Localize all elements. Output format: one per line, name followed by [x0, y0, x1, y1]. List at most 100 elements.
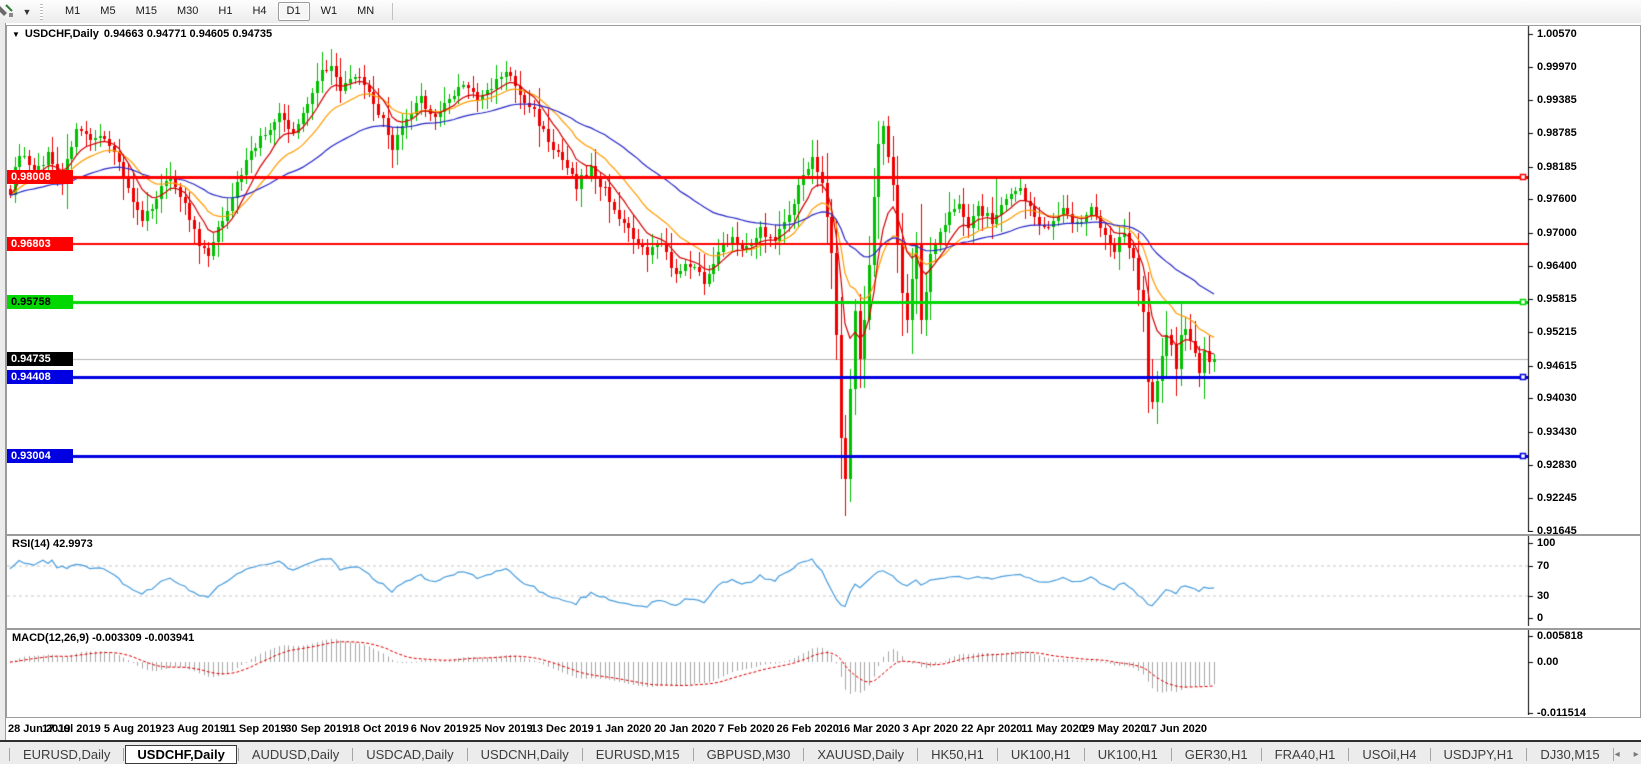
- tab-separator: [581, 747, 583, 761]
- tab-separator: [1170, 747, 1172, 761]
- date-tick-label: 1 Jan 2020: [595, 723, 652, 735]
- timeframe-button-m15[interactable]: M15: [127, 2, 166, 21]
- toolbar-grip[interactable]: [40, 3, 43, 20]
- price-tick-label: 0.97600: [1537, 193, 1577, 205]
- tab-separator: [1526, 747, 1528, 761]
- tab-ger30-h1[interactable]: GER30,H1: [1173, 745, 1260, 764]
- chart-area: ▼ USDCHF,Daily 0.94663 0.94771 0.94605 0…: [0, 23, 1641, 740]
- tab-bar: EURUSD,Daily USDCHF,Daily AUDUSD,Daily USDC…: [0, 740, 1641, 764]
- price-chart-canvas[interactable]: [7, 26, 1638, 532]
- timeframe-button-d1[interactable]: D1: [277, 2, 310, 21]
- price-tick-label: 1.00570: [1537, 28, 1577, 40]
- tab-separator: [9, 747, 10, 761]
- timeframe-group: M1 M5 M15 M30 H1 H4 D1 W1 MN: [55, 2, 384, 21]
- caret-down-icon[interactable]: ▼: [20, 7, 34, 17]
- toolbar-separator: [392, 3, 394, 20]
- price-tick-label: 0.99385: [1537, 94, 1577, 106]
- date-tick-label: 6 Nov 2019: [410, 723, 469, 735]
- tab-dj30-m15[interactable]: DJ30,M15: [1528, 745, 1611, 764]
- tab-separator: [1612, 747, 1614, 761]
- date-tick-label: 18 Oct 2019: [347, 723, 409, 735]
- macd-label: MACD(12,26,9) -0.003309 -0.003941: [12, 632, 195, 644]
- date-tick-label: 3 Apr 2020: [902, 723, 959, 735]
- tab-gbpusd-m30[interactable]: GBPUSD,M30: [695, 745, 803, 764]
- price-tick-label: 0.92830: [1537, 459, 1577, 471]
- rsi-tick-label: 0: [1537, 612, 1544, 624]
- line-price-tag: 0.98008: [7, 170, 73, 184]
- timeframe-button-m5[interactable]: M5: [91, 2, 124, 21]
- timeframe-button-w1[interactable]: W1: [312, 2, 347, 21]
- date-tick-label: 5 Aug 2019: [103, 723, 162, 735]
- tab-usdchf-daily[interactable]: USDCHF,Daily: [125, 744, 237, 764]
- macd-window[interactable]: MACD(12,26,9) -0.003309 -0.003941 0.0058…: [6, 629, 1641, 719]
- date-tick-label: 17 Jun 2020: [1144, 723, 1208, 735]
- macd-canvas[interactable]: [7, 630, 1638, 715]
- tab-usdcnh-daily[interactable]: USDCNH,Daily: [469, 745, 581, 764]
- price-tick-label: 0.96400: [1537, 260, 1577, 272]
- price-tick-label: 0.99970: [1537, 61, 1577, 73]
- price-tick-label: 0.98785: [1537, 127, 1577, 139]
- mt4-app: ▼ M1 M5 M15 M30 H1 H4 D1 W1 MN ▼ USDCHF,Daily 0.…: [0, 0, 1641, 764]
- date-tick-label: 26 Feb 2020: [776, 723, 839, 735]
- main-chart-window[interactable]: ▼ USDCHF,Daily 0.94663 0.94771 0.94605 0…: [6, 25, 1641, 537]
- line-price-tag: 0.93004: [7, 449, 73, 463]
- tab-xauusd-daily[interactable]: XAUUSD,Daily: [805, 745, 916, 764]
- collapse-chart-icon[interactable]: ▼: [12, 30, 20, 39]
- price-tick-label: 0.98185: [1537, 161, 1577, 173]
- tab-separator: [352, 747, 354, 761]
- date-tick-label: 13 Dec 2019: [530, 723, 594, 735]
- date-tick-label: 20 Jan 2020: [654, 723, 716, 735]
- tab-eurusd-m15[interactable]: EURUSD,M15: [584, 745, 692, 764]
- timeframe-button-h4[interactable]: H4: [243, 2, 275, 21]
- date-tick-label: 11 May 2020: [1021, 723, 1085, 735]
- date-tick-label: 25 Nov 2019: [469, 723, 533, 735]
- chart-symbol-label: USDCHF,Daily: [24, 28, 99, 40]
- toolbar: ▼ M1 M5 M15 M30 H1 H4 D1 W1 MN: [0, 0, 1641, 24]
- chart-tool-icon[interactable]: [0, 3, 20, 21]
- rsi-label: RSI(14) 42.9973: [12, 538, 93, 550]
- tab-scroll-left-icon[interactable]: ◂: [1615, 749, 1620, 760]
- tab-hk50-h1[interactable]: HK50,H1: [919, 745, 996, 764]
- timeframe-button-m1[interactable]: M1: [56, 2, 89, 21]
- tab-usdjpy-h1[interactable]: USDJPY,H1: [1432, 745, 1526, 764]
- current-price-tag: 0.94735: [7, 352, 73, 366]
- tab-separator: [1260, 747, 1262, 761]
- tab-separator: [996, 747, 998, 761]
- macd-tick-label: 0.005818: [1537, 630, 1583, 642]
- date-tick-label: 23 Aug 2019: [162, 723, 226, 735]
- date-tick-label: 7 Feb 2020: [718, 723, 775, 735]
- timeframe-button-h1[interactable]: H1: [209, 2, 241, 21]
- date-tick-label: 30 Sep 2019: [285, 723, 349, 735]
- chart-ohlc-values: 0.94663 0.94771 0.94605 0.94735: [103, 28, 273, 40]
- tab-usoil-h4[interactable]: USOil,H4: [1350, 745, 1428, 764]
- rsi-tick-label: 30: [1537, 590, 1550, 602]
- tab-audusd-daily[interactable]: AUDUSD,Daily: [240, 745, 351, 764]
- tab-fra40-h1[interactable]: FRA40,H1: [1263, 745, 1348, 764]
- tab-eurusd-daily[interactable]: EURUSD,Daily: [11, 745, 122, 764]
- timeframe-button-mn[interactable]: MN: [348, 2, 383, 21]
- line-price-tag: 0.96803: [7, 237, 73, 251]
- price-tick-label: 0.94030: [1537, 392, 1577, 404]
- tab-usdcad-daily[interactable]: USDCAD,Daily: [354, 745, 465, 764]
- tab-scroll-arrows: ◂ ▸: [1615, 749, 1639, 760]
- tab-separator: [466, 747, 468, 761]
- price-tick-label: 0.94615: [1537, 360, 1577, 372]
- rsi-canvas[interactable]: [7, 536, 1638, 626]
- date-tick-label: 16 Mar 2020: [837, 723, 901, 735]
- tab-separator: [692, 747, 694, 761]
- line-price-tag: 0.95758: [7, 295, 73, 309]
- tab-uk100-h1[interactable]: UK100,H1: [999, 745, 1083, 764]
- tab-scroll-right-icon[interactable]: ▸: [1634, 749, 1639, 760]
- price-tick-label: 0.93430: [1537, 426, 1577, 438]
- tab-separator: [1429, 747, 1431, 761]
- timeframe-button-m30[interactable]: M30: [168, 2, 207, 21]
- chart-title: ▼ USDCHF,Daily 0.94663 0.94771 0.94605 0…: [12, 28, 272, 40]
- rsi-window[interactable]: RSI(14) 42.9973 100 70 30 0: [6, 535, 1641, 629]
- tab-separator: [1348, 747, 1350, 761]
- date-tick-label: 11 Sep 2019: [224, 723, 287, 735]
- date-tick-label: 22 Apr 2020: [961, 723, 1023, 735]
- tab-uk100-h1[interactable]: UK100,H1: [1086, 745, 1170, 764]
- tab-separator: [123, 747, 125, 761]
- date-tick-label: 17 Jul 2019: [42, 723, 101, 735]
- price-tick-label: 0.95815: [1537, 293, 1577, 305]
